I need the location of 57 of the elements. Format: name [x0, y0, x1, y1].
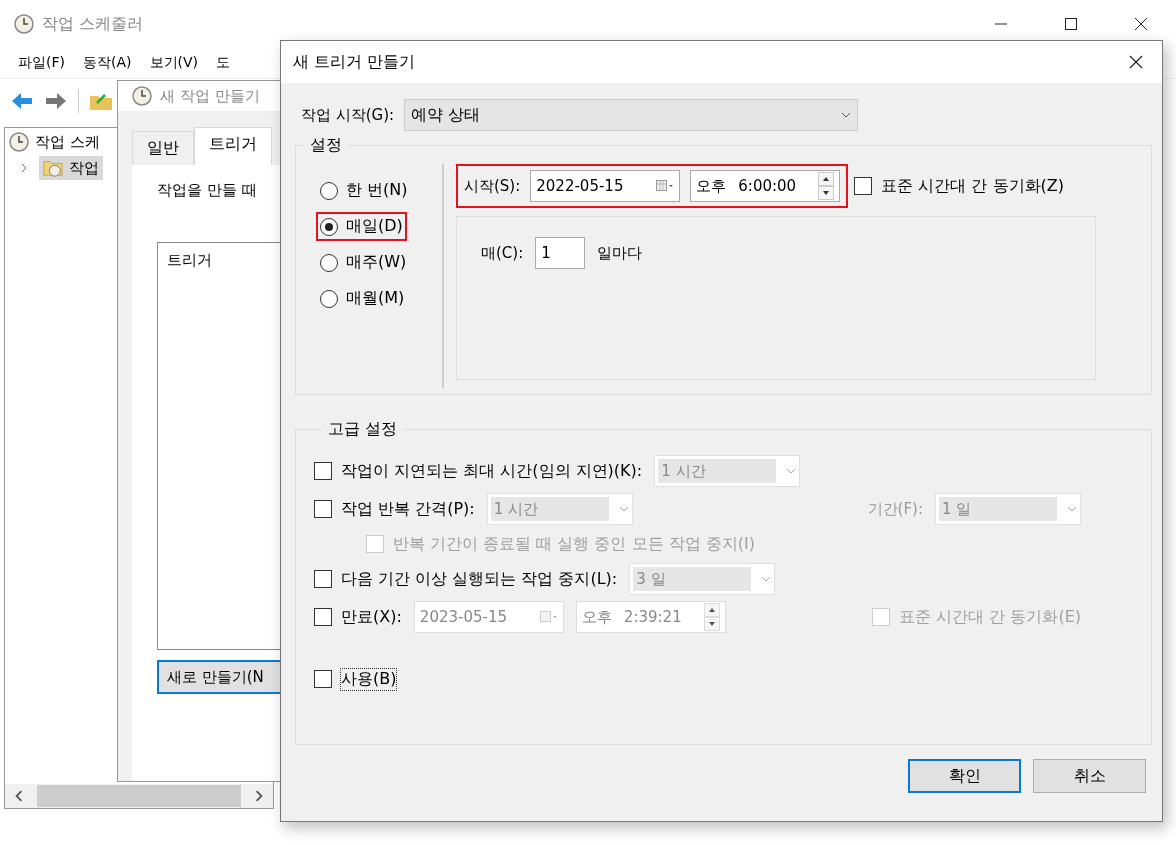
window-title: 작업 스케줄러: [42, 13, 144, 35]
clock-icon: [132, 86, 152, 106]
chevron-down-icon: [1067, 506, 1077, 512]
description-text: 작업을 만들 때: [157, 181, 258, 200]
calendar-icon[interactable]: [656, 180, 675, 192]
horizontal-scrollbar[interactable]: [5, 784, 273, 808]
tree-item[interactable]: 작업 스케: [5, 130, 104, 154]
tab[interactable]: 일반: [132, 131, 194, 165]
folder-icon[interactable]: [89, 91, 113, 111]
checkbox-option[interactable]: 다음 기간 이상 실행되는 작업 중지(L):: [314, 568, 618, 590]
field-label: 매(C):: [481, 243, 524, 264]
new-button[interactable]: 새로 만들기(N: [157, 660, 280, 694]
tree-item[interactable]: 작업: [39, 156, 103, 180]
window-title: 새 작업 만들기: [160, 86, 260, 106]
spinner-icon[interactable]: [818, 172, 835, 200]
menu-item[interactable]: 동작(A): [83, 54, 132, 72]
unit-label: 일마다: [597, 243, 643, 264]
radio-option[interactable]: 매일(D): [316, 212, 407, 241]
field-label: 시작(S):: [464, 176, 521, 196]
chevron-down-icon: [618, 506, 629, 512]
menu-item[interactable]: 도: [216, 54, 230, 72]
close-icon[interactable]: [1128, 54, 1144, 70]
radio-option[interactable]: 매주(W): [316, 248, 411, 277]
cancel-button[interactable]: 취소: [1033, 759, 1146, 793]
ok-button[interactable]: 확인: [908, 759, 1021, 793]
chevron-icon[interactable]: [19, 163, 29, 173]
menu-item[interactable]: 파일(F): [18, 54, 65, 72]
time-picker[interactable]: 오후 6:00:00: [690, 170, 841, 202]
field-label: 작업 시작(G):: [301, 105, 395, 125]
group-title: 고급 설정: [327, 419, 399, 440]
group-title: 설정: [309, 135, 343, 156]
checkbox-option[interactable]: 표준 시간대 간 동기화(Z): [854, 175, 1064, 197]
checkbox-option[interactable]: 작업 반복 간격(P):: [314, 498, 475, 520]
time-picker[interactable]: 오후 2:39:21: [575, 601, 726, 633]
chevron-down-icon: [761, 576, 772, 582]
folder-clock-icon: [43, 158, 63, 178]
dialog-title: 새 트리거 만들기: [293, 51, 416, 73]
interval-field[interactable]: 1: [535, 237, 586, 269]
menu-item[interactable]: 보기(V): [149, 54, 198, 72]
radio-option[interactable]: 한 번(N): [316, 176, 412, 205]
field-label: 기간(F):: [867, 499, 923, 519]
date-picker[interactable]: 2023-05-15: [413, 601, 564, 633]
tab[interactable]: 트리거: [194, 127, 272, 165]
back-arrow-icon[interactable]: [10, 91, 34, 111]
chevron-down-icon: [786, 468, 797, 474]
date-picker[interactable]: 2022-05-15: [530, 170, 681, 202]
checkbox-option[interactable]: 사용(B): [314, 668, 397, 690]
clock-icon: [9, 132, 29, 152]
checkbox-option[interactable]: 작업이 지연되는 최대 시간(임의 지연)(K):: [314, 460, 643, 482]
radio-option[interactable]: 매월(M): [316, 284, 409, 313]
begin-dropdown[interactable]: 예약 상태: [404, 99, 859, 131]
spinner-icon[interactable]: [703, 603, 720, 631]
clock-icon: [14, 14, 34, 34]
chevron-down-icon: [841, 112, 852, 118]
checkbox-option[interactable]: 만료(X):: [314, 606, 402, 628]
column-header: 트리거: [167, 251, 212, 269]
forward-arrow-icon[interactable]: [44, 91, 68, 111]
